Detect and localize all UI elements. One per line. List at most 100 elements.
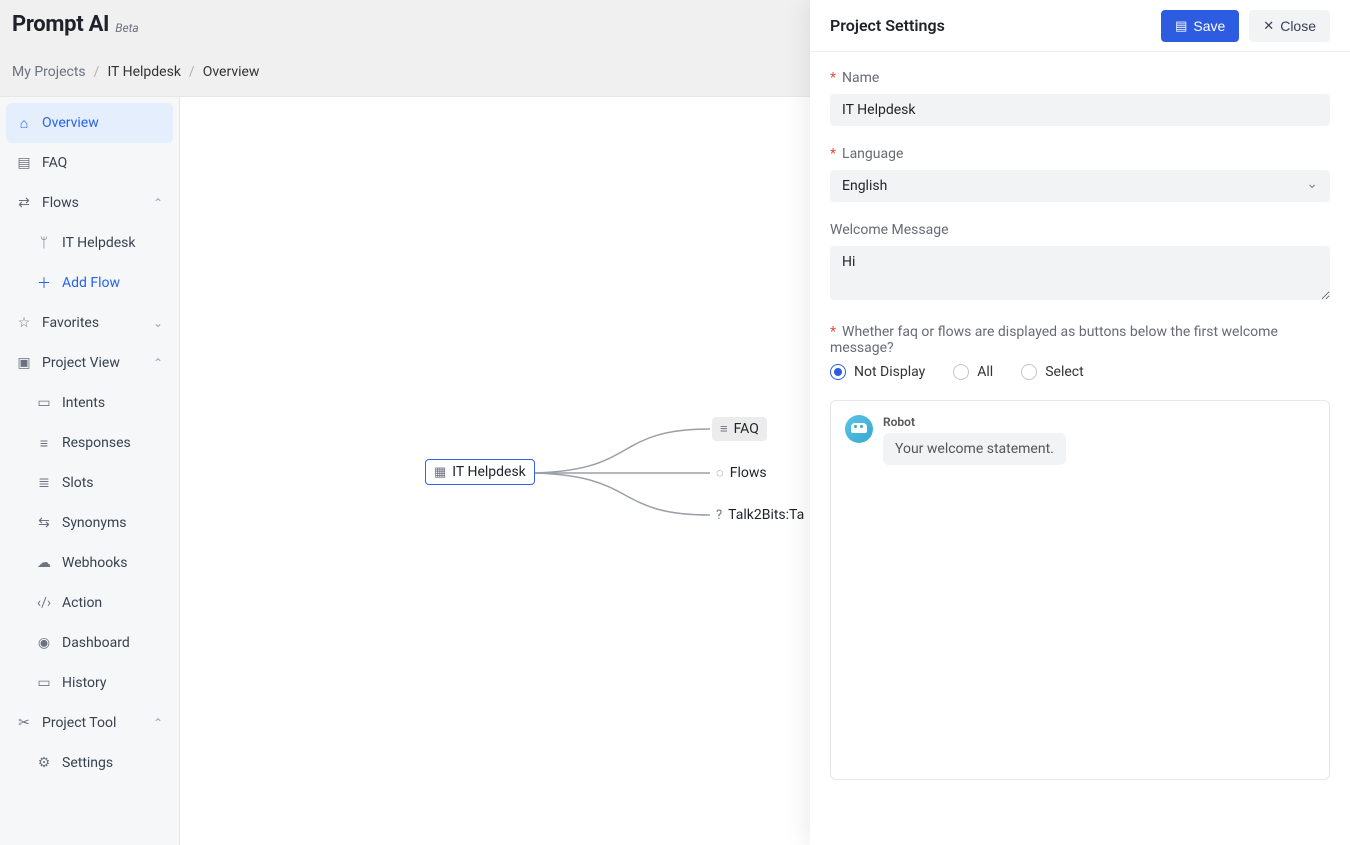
radio-label: All [977, 364, 993, 380]
canvas-node-faq[interactable]: ≡ FAQ [712, 417, 767, 441]
sidebar-label: Add Flow [62, 275, 120, 291]
sidebar-item-intents[interactable]: ▭ Intents [26, 383, 173, 423]
save-button[interactable]: ▤ Save [1161, 10, 1239, 42]
sidebar-group-project-tool[interactable]: ✂ Project Tool ⌃ [6, 703, 173, 743]
project-settings-drawer: Project Settings ▤ Save ✕ Close Name Lan… [810, 0, 1350, 845]
sidebar-label: Action [62, 595, 102, 611]
node-label: Talk2Bits:Ta [728, 507, 804, 523]
sidebar-label: Responses [62, 435, 131, 451]
name-label: Name [830, 70, 1330, 86]
sidebar-group-project-view[interactable]: ▣ Project View ⌃ [6, 343, 173, 383]
sidebar-item-flow-helpdesk[interactable]: ᛘ IT Helpdesk [26, 223, 173, 263]
chevron-up-icon: ⌃ [153, 196, 163, 210]
sidebar-label: Slots [62, 475, 94, 491]
robot-avatar-icon [845, 415, 873, 443]
chevron-up-icon: ⌃ [153, 716, 163, 730]
robot-name: Robot [883, 415, 1066, 429]
app-title: Prompt AI [12, 12, 109, 37]
synonyms-icon: ⇆ [36, 515, 52, 531]
radio-all[interactable]: All [953, 364, 993, 380]
chevron-up-icon: ⌃ [153, 356, 163, 370]
radio-dot-icon [1021, 364, 1037, 380]
sidebar-item-history[interactable]: ▭ History [26, 663, 173, 703]
beta-badge: Beta [115, 21, 139, 35]
add-flow-button[interactable]: ＋ Add Flow [26, 263, 173, 303]
sidebar-label: Favorites [42, 315, 99, 331]
drawer-body: Name Language English Welcome Message Wh… [810, 52, 1350, 845]
dashboard-icon: ◉ [36, 635, 52, 651]
sidebar-label: History [62, 675, 107, 691]
book-icon: ▤ [16, 155, 32, 171]
slots-icon: ≣ [36, 475, 52, 491]
sidebar-label: Flows [42, 195, 79, 211]
sidebar-label: Project View [42, 355, 120, 371]
sidebar-label: FAQ [42, 155, 67, 171]
chat-icon: ▭ [36, 675, 52, 691]
canvas-node-flows[interactable]: ◌ Flows [708, 461, 775, 485]
sidebar-item-dashboard[interactable]: ◉ Dashboard [26, 623, 173, 663]
language-select[interactable]: English [830, 170, 1330, 202]
sidebar-item-overview[interactable]: ⌂ Overview [6, 103, 173, 143]
chevron-down-icon: ⌄ [153, 316, 163, 330]
sidebar-label: Intents [62, 395, 105, 411]
sidebar: ⌂ Overview ▤ FAQ ⇄ Flows ⌃ ᛘ IT Helpdesk… [0, 97, 180, 845]
node-label: IT Helpdesk [452, 464, 525, 480]
display-question-label: Whether faq or flows are displayed as bu… [830, 324, 1330, 356]
breadcrumb-separator: / [189, 64, 195, 80]
button-label: Close [1280, 18, 1316, 34]
preview-box: Robot Your welcome statement. [830, 400, 1330, 780]
flows-icon: ⇄ [16, 195, 32, 211]
plus-icon: ＋ [36, 273, 52, 293]
breadcrumb-page: Overview [203, 64, 260, 80]
branch-icon: ᛘ [36, 235, 52, 251]
close-button[interactable]: ✕ Close [1249, 10, 1330, 42]
home-icon: ⌂ [16, 115, 32, 132]
sidebar-label: Settings [62, 755, 113, 771]
breadcrumb-root[interactable]: My Projects [12, 64, 86, 80]
drawer-header: Project Settings ▤ Save ✕ Close [810, 0, 1350, 52]
cycle-icon: ◌ [716, 465, 724, 481]
radio-label: Select [1045, 364, 1083, 380]
sidebar-item-faq[interactable]: ▤ FAQ [6, 143, 173, 183]
radio-select[interactable]: Select [1021, 364, 1083, 380]
sidebar-item-slots[interactable]: ≣ Slots [26, 463, 173, 503]
sidebar-label: IT Helpdesk [62, 235, 135, 251]
breadcrumb-project[interactable]: IT Helpdesk [107, 64, 180, 80]
canvas-node-root[interactable]: ▦ IT Helpdesk [425, 459, 535, 485]
sidebar-label: Dashboard [62, 635, 130, 651]
intents-icon: ▭ [36, 395, 52, 411]
responses-icon: ≡ [36, 435, 52, 452]
drawer-title: Project Settings [830, 16, 945, 35]
sidebar-label: Overview [42, 115, 99, 131]
tool-icon: ✂ [16, 715, 32, 731]
canvas-node-talk2bits[interactable]: ? Talk2Bits:Ta [708, 503, 812, 527]
button-label: Save [1193, 18, 1225, 34]
radio-dot-icon [830, 364, 846, 380]
name-input[interactable] [830, 94, 1330, 126]
code-icon: ‹/› [36, 595, 52, 611]
sidebar-item-responses[interactable]: ≡ Responses [26, 423, 173, 463]
sidebar-group-flows[interactable]: ⇄ Flows ⌃ [6, 183, 173, 223]
breadcrumb-separator: / [94, 64, 100, 80]
sidebar-item-synonyms[interactable]: ⇆ Synonyms [26, 503, 173, 543]
sidebar-label: Synonyms [62, 515, 127, 531]
save-icon: ▤ [1175, 18, 1187, 34]
help-icon: ? [716, 508, 722, 523]
close-icon: ✕ [1263, 18, 1274, 34]
node-label: Flows [730, 465, 767, 481]
robot-bubble: Your welcome statement. [883, 433, 1066, 465]
gear-icon: ⚙ [36, 755, 52, 771]
radio-not-display[interactable]: Not Display [830, 364, 925, 380]
project-icon: ▣ [16, 355, 32, 371]
welcome-textarea[interactable] [830, 246, 1330, 300]
sidebar-item-action[interactable]: ‹/› Action [26, 583, 173, 623]
cloud-icon: ☁ [36, 555, 52, 571]
node-label: FAQ [734, 421, 759, 437]
sidebar-group-favorites[interactable]: ☆ Favorites ⌄ [6, 303, 173, 343]
star-icon: ☆ [16, 315, 32, 331]
sidebar-item-settings[interactable]: ⚙ Settings [26, 743, 173, 783]
list-icon: ≡ [720, 421, 728, 437]
sidebar-item-webhooks[interactable]: ☁ Webhooks [26, 543, 173, 583]
radio-label: Not Display [854, 364, 925, 380]
language-label: Language [830, 146, 1330, 162]
